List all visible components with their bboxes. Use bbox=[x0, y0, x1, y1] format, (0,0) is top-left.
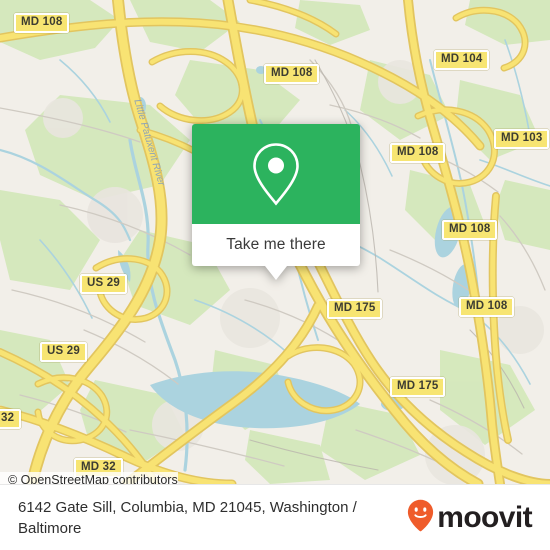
highway-shield: MD 175 bbox=[390, 377, 446, 397]
address-title: 6142 Gate Sill, Columbia, MD 21045, Wash… bbox=[18, 498, 357, 537]
highway-shield: MD 108 bbox=[390, 143, 446, 163]
highway-shield: MD 104 bbox=[434, 50, 490, 70]
map-screenshot: Little Patuxent River MD 108 MD 108 MD 104… bbox=[0, 0, 550, 550]
map-attribution[interactable]: © OpenStreetMap contributors bbox=[0, 472, 178, 484]
callout-pointer-tail bbox=[265, 266, 287, 280]
highway-shield: MD 175 bbox=[327, 299, 383, 319]
callout-card-footer[interactable]: Take me there bbox=[192, 224, 360, 280]
highway-shield: MD 108 bbox=[264, 64, 320, 84]
moovit-smiley-pin-icon bbox=[407, 499, 434, 537]
map-canvas[interactable]: Little Patuxent River MD 108 MD 108 MD 104… bbox=[0, 0, 550, 484]
moovit-logo[interactable]: moovit bbox=[407, 499, 536, 537]
highway-shield: 32 bbox=[0, 409, 22, 429]
highway-shield: MD 108 bbox=[442, 220, 498, 240]
destination-callout-card[interactable]: Take me there bbox=[192, 124, 360, 280]
highway-shield: US 29 bbox=[80, 274, 127, 294]
moovit-wordmark: moovit bbox=[437, 500, 532, 534]
highway-shield: MD 108 bbox=[459, 297, 515, 317]
take-me-there-button-label[interactable]: Take me there bbox=[226, 236, 326, 254]
highway-shield: US 29 bbox=[40, 342, 87, 362]
callout-card-header bbox=[192, 124, 360, 224]
highway-shield: MD 103 bbox=[494, 129, 550, 149]
page-footer: 6142 Gate Sill, Columbia, MD 21045, Wash… bbox=[0, 484, 550, 550]
map-pin-icon bbox=[250, 141, 302, 207]
highway-shield: MD 108 bbox=[14, 13, 70, 33]
